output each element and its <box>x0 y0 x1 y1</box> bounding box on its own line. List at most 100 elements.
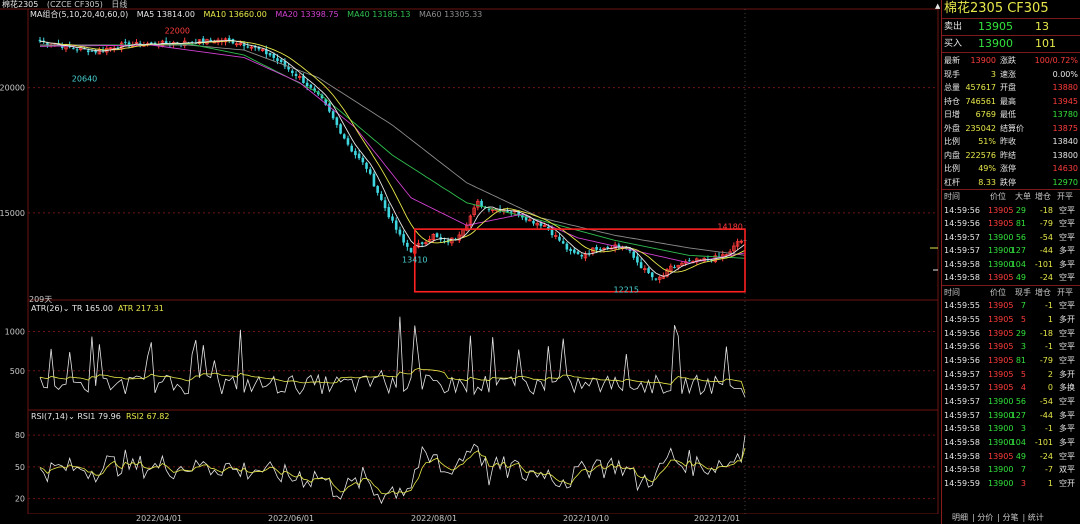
tick-type: 多开 <box>1059 369 1075 379</box>
col-oi-change: 增仓 <box>1035 287 1051 297</box>
tick-price: 13900 <box>988 232 1014 242</box>
rsi-title[interactable]: RSI(7,14) <box>31 412 68 421</box>
col-price: 价位 <box>990 192 1006 201</box>
candle-body <box>409 248 413 253</box>
tick-type: 空平 <box>1059 301 1075 311</box>
bid-row[interactable]: 买入 13900 101 <box>942 36 1080 52</box>
tick-oi-change: -24 <box>1039 451 1053 461</box>
candle-body <box>532 221 535 224</box>
stat-key: 涨停 <box>1000 164 1016 173</box>
col-time: 时间 <box>944 192 960 201</box>
ask-volume: 13 <box>1035 20 1049 33</box>
tick-row[interactable]: 14:59:57 13905 4 0 多换 <box>942 381 1080 395</box>
tick-volume: 127 <box>1010 246 1026 255</box>
bid-price: 13900 <box>978 37 1013 50</box>
tick-time: 14:59:56 <box>944 355 980 365</box>
dropdown-icon[interactable]: ⌄ <box>63 304 72 313</box>
atr-line <box>39 367 746 394</box>
col-volume: 现手 <box>1015 287 1031 297</box>
tick-time: 14:59:57 <box>944 369 980 379</box>
candle-body <box>268 53 272 56</box>
tick-row[interactable]: 14:59:58 13900 104 -101 多平 <box>942 436 1080 450</box>
tick-row[interactable]: 14:59:58 13900 7 -7 双平 <box>942 463 1080 477</box>
candle-body <box>435 233 439 238</box>
tick-row[interactable]: 14:59:59 13900 3 1 空开 <box>942 477 1080 491</box>
price-annotation: 20640 <box>72 75 97 84</box>
tick-row[interactable]: 14:59:57 13900 127 -44 多平 <box>942 244 1080 258</box>
tick-time: 14:59:57 <box>944 246 980 255</box>
tab-price[interactable]: 分价 <box>977 513 993 522</box>
stat-key: 现手 <box>944 69 960 79</box>
candle-body <box>350 145 353 152</box>
col-time: 时间 <box>944 287 960 297</box>
date-label: 2022/06/01 <box>268 514 315 523</box>
stat-value: 13840 <box>1052 137 1078 146</box>
candle-body <box>595 247 598 250</box>
stat-value: 457617 <box>965 83 996 92</box>
tick-row[interactable]: 14:59:57 13900 56 -54 空平 <box>942 231 1080 245</box>
price-annotation: 14180 <box>717 222 742 231</box>
tick-price: 13905 <box>988 383 1014 393</box>
candle-body <box>75 49 79 51</box>
scroll-up-icon: ▲ <box>935 2 940 10</box>
col-volume: 大单 <box>1015 192 1031 201</box>
tick-row[interactable]: 14:59:58 13905 49 -24 空平 <box>942 271 1080 285</box>
detail-tabs: 明细 | 分价 | 分笔 | 统计 <box>952 513 1044 522</box>
tick-time: 14:59:56 <box>944 205 980 215</box>
candle-body <box>606 247 610 249</box>
tick-price: 13900 <box>988 246 1014 255</box>
tick-price: 13900 <box>988 438 1014 448</box>
stat-value: 6769 <box>975 110 996 119</box>
tab-stats[interactable]: 统计 <box>1028 513 1044 522</box>
tick-row[interactable]: 14:59:56 13905 81 -79 空平 <box>942 217 1080 231</box>
tick-row[interactable]: 14:59:55 13905 5 1 多开 <box>942 313 1080 327</box>
tick-row[interactable]: 14:59:56 13905 29 -18 空平 <box>942 327 1080 341</box>
tick-row[interactable]: 14:59:57 13905 5 2 多开 <box>942 368 1080 382</box>
tick-price: 13905 <box>988 219 1014 228</box>
tick-time: 14:59:55 <box>944 301 980 311</box>
tick-type: 空平 <box>1059 219 1075 228</box>
col-price: 价位 <box>990 287 1006 297</box>
stat-row: 日增 6769 最低 13780 <box>942 108 1080 122</box>
chart-frame <box>27 8 939 514</box>
kline-chart[interactable]: 20000 15000 22000 20640 13410 12215 14180 1000 5… <box>0 0 940 514</box>
candle-body <box>335 117 339 125</box>
stat-row: 杠杆 8.33 跌停 12970 <box>942 176 1080 190</box>
tab-trades[interactable]: 分笔 <box>1003 513 1019 522</box>
tick-time: 14:59:58 <box>944 259 980 269</box>
tick-row[interactable]: 14:59:56 13905 81 -79 空平 <box>942 354 1080 368</box>
tab-detail[interactable]: 明细 <box>952 513 968 522</box>
candle-body <box>573 249 576 253</box>
tick-row[interactable]: 14:59:58 13900 104 -101 多平 <box>942 258 1080 272</box>
tick-volume: 81 <box>1015 219 1026 228</box>
tick-row[interactable]: 14:59:57 13900 56 -54 空平 <box>942 395 1080 409</box>
ma40-line <box>39 43 746 259</box>
tick-oi-change: 0 <box>1047 383 1053 393</box>
ma10-line <box>39 40 746 273</box>
stat-value: 12970 <box>1052 177 1078 187</box>
candle-body <box>673 266 676 268</box>
candle-body <box>539 223 543 226</box>
tick-price: 13900 <box>988 259 1014 269</box>
candle-body <box>124 41 127 43</box>
candle-body <box>86 50 90 53</box>
tick-row[interactable]: 14:59:56 13905 3 -1 空平 <box>942 340 1080 354</box>
candle-body <box>354 150 357 156</box>
tick-oi-change: -101 <box>1034 259 1053 269</box>
tick-oi-change: -7 <box>1045 465 1053 475</box>
tick-type: 多开 <box>1059 314 1075 324</box>
candle-body <box>398 229 402 235</box>
ask-row[interactable]: 卖出 13905 13 <box>942 19 1080 35</box>
candle-body <box>72 48 75 50</box>
atr-title[interactable]: ATR(26) <box>31 304 63 313</box>
dropdown-icon[interactable]: ⌄ <box>68 412 77 421</box>
tick-row[interactable]: 14:59:58 13905 49 -24 空平 <box>942 450 1080 464</box>
tick-volume: 104 <box>1010 438 1026 448</box>
tick-oi-change: -1 <box>1045 342 1053 352</box>
stat-key: 涨跌 <box>1000 56 1016 65</box>
tick-row[interactable]: 14:59:58 13900 3 -1 多平 <box>942 422 1080 436</box>
tick-row[interactable]: 14:59:57 13900 127 -44 多平 <box>942 409 1080 423</box>
tick-row[interactable]: 14:59:55 13905 7 -1 空平 <box>942 299 1080 313</box>
tick-row[interactable]: 14:59:56 13905 29 -18 空平 <box>942 204 1080 218</box>
ask-price: 13905 <box>978 20 1013 33</box>
